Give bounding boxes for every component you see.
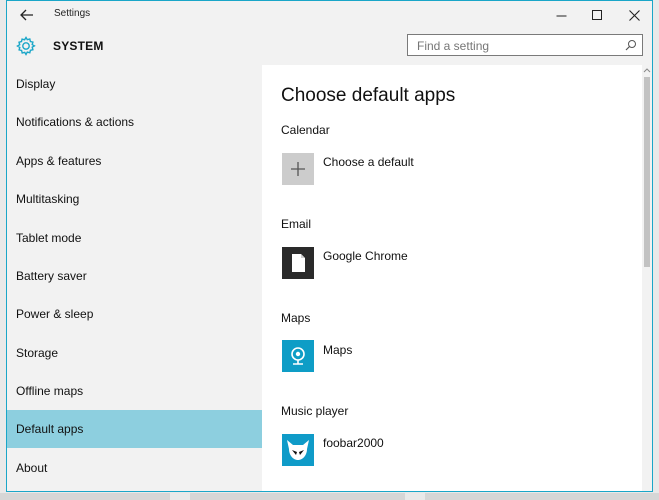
background-strip (425, 493, 659, 500)
arrow-left-icon (20, 9, 33, 21)
maximize-button[interactable] (579, 1, 615, 29)
sidebar-item-battery-saver[interactable]: Battery saver (7, 257, 262, 295)
chevron-up-icon[interactable] (643, 65, 651, 75)
section-title: SYSTEM (53, 39, 104, 53)
maps-app-name[interactable]: Maps (323, 343, 352, 357)
minimize-icon (556, 15, 566, 16)
background-strip (190, 493, 405, 500)
sidebar-item-power-sleep[interactable]: Power & sleep (7, 295, 262, 333)
sidebar-item-notifications[interactable]: Notifications & actions (7, 103, 262, 141)
email-app-tile[interactable] (282, 247, 314, 279)
section-label-music-player: Music player (281, 404, 349, 418)
sidebar-item-multitasking[interactable]: Multitasking (7, 180, 262, 218)
maps-icon (282, 340, 314, 372)
calendar-app-tile[interactable] (282, 153, 314, 185)
minimize-button[interactable] (543, 1, 579, 29)
section-label-maps: Maps (281, 311, 311, 325)
scrollbar[interactable] (642, 65, 652, 491)
document-icon (282, 247, 314, 279)
calendar-app-name[interactable]: Choose a default (323, 155, 414, 169)
plus-icon (282, 153, 314, 185)
page-title: Choose default apps (281, 85, 456, 106)
main-content: Choose default apps Calendar Choose a de… (262, 65, 642, 491)
section-label-calendar: Calendar (281, 123, 330, 137)
close-icon (628, 9, 640, 21)
scrollbar-thumb[interactable] (644, 77, 650, 267)
section-label-email: Email (281, 217, 312, 231)
close-button[interactable] (616, 1, 652, 29)
sidebar-item-display[interactable]: Display (7, 65, 262, 103)
maximize-icon (592, 10, 602, 20)
search-icon[interactable] (625, 39, 637, 51)
sidebar-item-about[interactable]: About (7, 449, 262, 487)
settings-header: SYSTEM (7, 29, 652, 65)
email-app-name[interactable]: Google Chrome (323, 249, 408, 263)
maps-app-tile[interactable] (282, 340, 314, 372)
sidebar-item-apps-features[interactable]: Apps & features (7, 142, 262, 180)
back-button[interactable] (15, 5, 39, 25)
settings-window: Settings SYSTEM Display Notifica (6, 0, 653, 492)
window-title: Settings (54, 8, 91, 19)
background-strip (0, 493, 170, 500)
search-box[interactable] (407, 34, 643, 56)
title-bar: Settings (7, 1, 652, 29)
sidebar-item-default-apps[interactable]: Default apps (7, 410, 262, 448)
search-input[interactable] (415, 36, 619, 56)
sidebar-item-storage[interactable]: Storage (7, 334, 262, 372)
music-app-name[interactable]: foobar2000 (323, 436, 384, 450)
music-app-tile[interactable] (282, 434, 314, 466)
gear-icon (16, 36, 36, 56)
sidebar-item-tablet-mode[interactable]: Tablet mode (7, 219, 262, 257)
foobar-alien-icon (282, 434, 314, 466)
sidebar: Display Notifications & actions Apps & f… (7, 65, 262, 491)
sidebar-item-offline-maps[interactable]: Offline maps (7, 372, 262, 410)
